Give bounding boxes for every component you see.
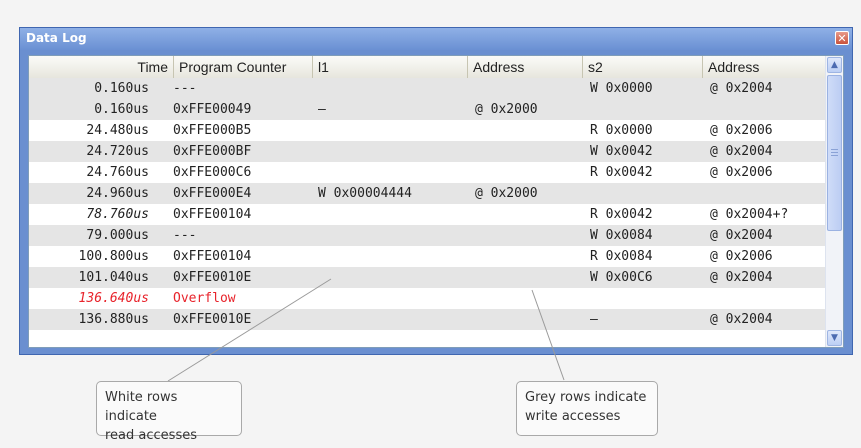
leader-line-white [167, 278, 332, 382]
callout-white-rows: White rows indicate read accesses [96, 381, 242, 443]
leader-line-grey [531, 289, 565, 381]
callout-grey-rows: Grey rows indicate write accesses [516, 381, 658, 436]
